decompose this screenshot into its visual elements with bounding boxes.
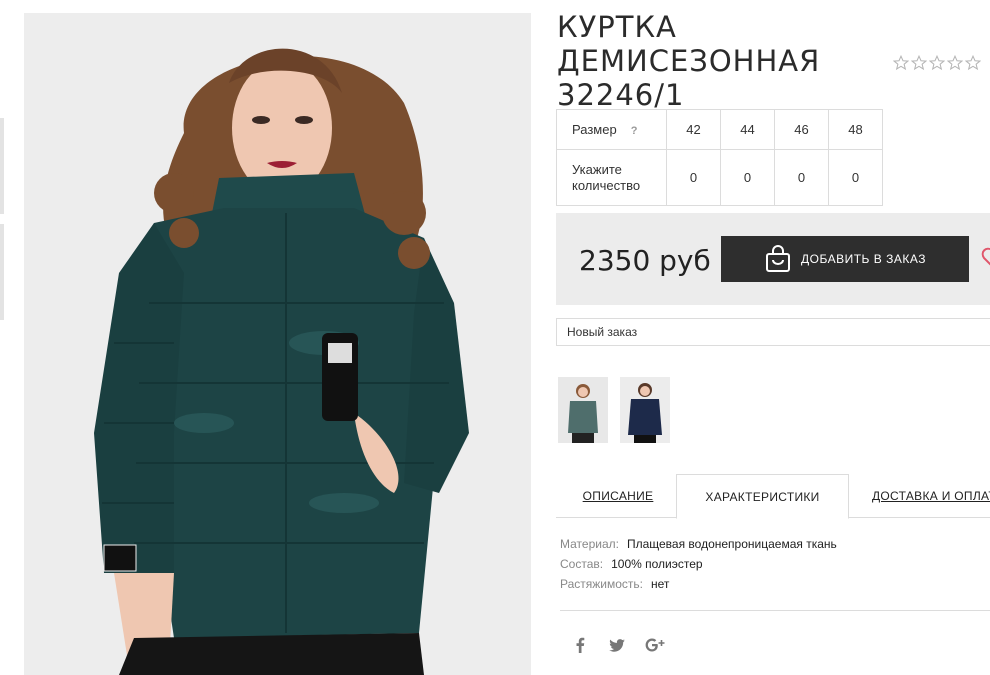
spec-key: Растяжимость: <box>560 577 644 591</box>
spec-value: нет <box>651 577 670 591</box>
quantity-row-label: Укажите количество <box>556 149 667 206</box>
thumbnail-green-jacket[interactable] <box>558 377 608 443</box>
google-plus-icon[interactable] <box>644 634 666 656</box>
spec-row-material: Материал: Плащевая водонепроницаемая ткан… <box>560 537 837 551</box>
social-divider <box>560 610 990 611</box>
quantity-input[interactable]: 0 <box>828 149 883 206</box>
tab-description[interactable]: ОПИСАНИЕ <box>570 474 666 518</box>
star-icon[interactable] <box>911 55 927 71</box>
size-cell: 48 <box>828 109 883 150</box>
thumbnail-image <box>558 377 608 443</box>
spec-row-composition: Состав: 100% полиэстер <box>560 557 703 571</box>
size-row-label: Размер? <box>556 109 667 150</box>
star-icon[interactable] <box>929 55 945 71</box>
thumbnail-navy-jacket[interactable] <box>620 377 670 443</box>
star-icon[interactable] <box>947 55 963 71</box>
star-icon[interactable] <box>893 55 909 71</box>
spec-value: 100% полиэстер <box>611 557 703 571</box>
price: 2350 руб <box>579 244 711 277</box>
facebook-icon[interactable] <box>569 634 591 656</box>
size-cell: 42 <box>666 109 721 150</box>
rating-stars[interactable] <box>893 55 981 71</box>
spec-key: Материал: <box>560 537 619 551</box>
product-main-photo[interactable] <box>24 13 531 675</box>
spec-row-stretch: Растяжимость: нет <box>560 577 669 591</box>
product-photo-illustration <box>24 13 531 675</box>
heart-icon[interactable] <box>980 246 990 270</box>
thumbnail-image <box>620 377 670 443</box>
tab-characteristics[interactable]: ХАРАКТЕРИСТИКИ <box>676 474 849 519</box>
order-select[interactable]: Новый заказ <box>556 318 990 346</box>
size-cell: 46 <box>774 109 829 150</box>
add-to-order-button[interactable]: ДОБАВИТЬ В ЗАКАЗ <box>721 236 969 282</box>
quantity-input[interactable]: 0 <box>774 149 829 206</box>
buy-box: 2350 руб ДОБАВИТЬ В ЗАКАЗ <box>556 213 990 305</box>
gallery-side-tab[interactable] <box>0 224 4 320</box>
spec-value: Плащевая водонепроницаемая ткань <box>626 537 837 551</box>
spec-key: Состав: <box>560 557 604 571</box>
tab-delivery[interactable]: ДОСТАВКА И ОПЛАТА <box>872 474 990 518</box>
quantity-input[interactable]: 0 <box>666 149 721 206</box>
gallery-side-tab[interactable] <box>0 118 4 214</box>
quantity-input[interactable]: 0 <box>720 149 775 206</box>
add-to-order-label: ДОБАВИТЬ В ЗАКАЗ <box>801 252 926 266</box>
twitter-icon[interactable] <box>606 634 628 656</box>
size-help-icon[interactable]: ? <box>631 125 638 137</box>
shopping-bag-icon <box>766 245 790 272</box>
size-cell: 44 <box>720 109 775 150</box>
product-title: КУРТКА ДЕМИСЕЗОННАЯ 32246/1 <box>557 10 821 112</box>
size-quantity-table: Размер? 42 44 46 48 Укажите количество 0… <box>556 109 883 206</box>
star-icon[interactable] <box>965 55 981 71</box>
